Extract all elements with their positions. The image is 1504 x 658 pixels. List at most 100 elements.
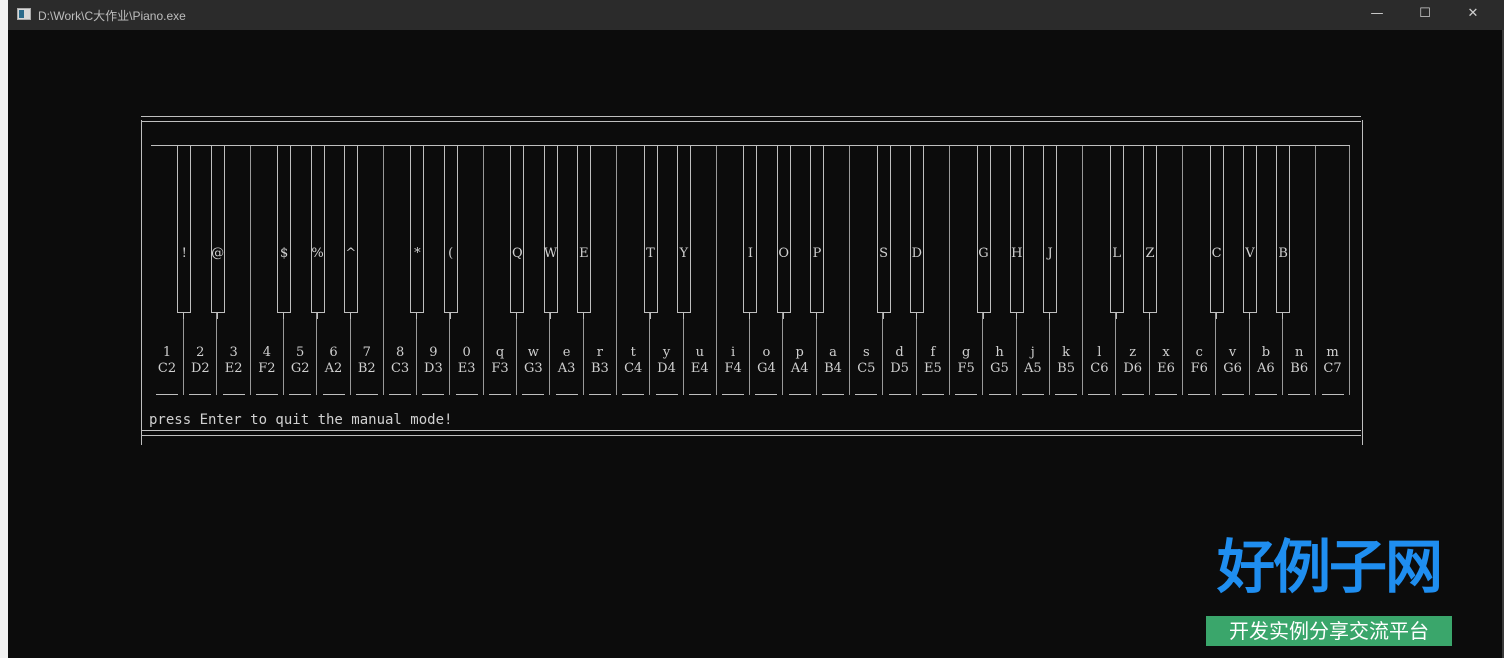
white-key-shortcut-label: y [662,345,671,360]
white-key-note-label: E4 [690,361,709,376]
white-key-note-label: D5 [890,361,909,376]
black-key[interactable]: Y [676,146,691,319]
white-key-shortcut-label: 0 [462,345,471,360]
black-key[interactable]: ! [177,146,192,319]
white-key-note-label: F6 [1190,361,1208,376]
bottom-separator-line [141,430,1361,436]
black-key-shortcut-label: S [879,246,889,261]
white-key-note-label: F2 [258,361,276,376]
black-key[interactable]: D [909,146,924,319]
black-key[interactable]: E [576,146,591,319]
white-key-note-label: A5 [1023,361,1042,376]
black-key-shortcut-label: G [978,246,989,261]
white-key-note-label: C7 [1323,361,1342,376]
white-key-shortcut-label: 9 [429,345,438,360]
black-key[interactable]: * [410,146,425,319]
watermark-slogan: 开发实例分享交流平台 [1206,616,1452,646]
black-key[interactable]: V [1242,146,1257,319]
black-key[interactable]: I [743,146,758,319]
white-key-note-label: E3 [457,361,476,376]
black-key[interactable]: S [876,146,891,319]
white-key-note-label: G3 [523,361,543,376]
close-button[interactable]: ✕ [1450,0,1496,30]
black-key-shortcut-label: E [579,246,589,261]
white-key-shortcut-label: n [1295,345,1304,360]
black-key-shortcut-label: ! [181,246,187,261]
black-key[interactable]: T [643,146,658,319]
black-key[interactable]: G [976,146,991,319]
white-key-shortcut-label: 7 [362,345,371,360]
white-key-bottom-edge [555,394,578,395]
white-key-bottom-edge [1288,394,1311,395]
black-key[interactable]: @ [210,146,225,319]
black-key-shortcut-label: J [1047,246,1053,261]
white-key-shortcut-label: 8 [395,345,405,360]
white-key-note-label: B2 [357,361,376,376]
black-key[interactable]: H [1009,146,1024,319]
white-key-shortcut-label: t [630,345,636,360]
black-key[interactable]: P [810,146,824,319]
white-key-bottom-edge [522,394,545,395]
white-key-shortcut-label: u [695,345,704,360]
white-key-note-label: B5 [1057,361,1075,376]
minimize-button[interactable]: — [1354,0,1400,30]
white-key-bottom-edge [921,394,944,395]
black-key[interactable]: Q [510,146,525,319]
title-bar[interactable]: D:\Work\C大作业\Piano.exe — ☐ ✕ [8,0,1504,30]
maximize-button[interactable]: ☐ [1402,0,1448,30]
white-key-note-label: C3 [390,361,410,376]
white-key-shortcut-label: z [1129,345,1137,360]
white-key-bottom-edge [355,394,378,395]
black-key[interactable]: W [543,146,558,319]
white-key-shortcut-label: 6 [329,345,338,360]
white-key-bottom-edge [1321,394,1344,395]
black-key-shortcut-label: % [311,246,324,261]
white-key-bottom-edge [588,394,611,395]
white-key-shortcut-label: o [762,345,771,360]
black-key[interactable]: Z [1143,146,1157,319]
white-key-note-label: B3 [590,361,609,376]
black-key[interactable]: C [1209,146,1224,319]
black-key-shortcut-label: T [646,246,655,261]
black-key[interactable]: J [1043,146,1058,319]
white-key-shortcut-label: v [1228,345,1237,360]
console-window: D:\Work\C大作业\Piano.exe — ☐ ✕ 1 C2 2 D2 3 E2 4 F… [0,0,1504,658]
white-key-bottom-edge [755,394,778,395]
white-key-bottom-edge [888,394,911,395]
white-key-shortcut-label: 2 [196,345,205,360]
black-key-shortcut-label: B [1278,246,1288,261]
black-key-shortcut-label: H [1011,246,1023,261]
black-key[interactable]: O [776,146,791,319]
white-key-shortcut-label: q [495,345,505,360]
white-key-bottom-edge [655,394,678,395]
white-key-note-label: D6 [1123,361,1143,376]
window-left-edge [0,0,8,658]
white-key-note-label: C5 [857,361,876,376]
white-key-c7[interactable]: m C7 [1317,146,1350,395]
white-key-shortcut-label: p [795,345,804,360]
white-key-bottom-edge [1021,394,1044,395]
black-key[interactable]: ( [443,146,458,319]
black-key-shortcut-label: V [1245,246,1255,261]
black-key-shortcut-label: @ [211,246,225,261]
white-key-shortcut-label: 3 [229,345,238,360]
white-key-shortcut-label: a [829,345,837,360]
white-key-note-label: D2 [190,361,210,376]
black-key[interactable]: $ [277,146,292,319]
white-key-shortcut-label: x [1162,345,1170,360]
black-key[interactable]: L [1109,146,1124,319]
black-key[interactable]: ^ [343,146,358,319]
white-key-shortcut-label: 1 [162,345,172,360]
black-key-shortcut-label: D [911,246,923,261]
white-key-bottom-edge [1221,394,1244,395]
white-key-shortcut-label: s [862,345,870,360]
white-key-bottom-edge [822,394,844,395]
black-key[interactable]: B [1276,146,1291,319]
white-key-bottom-edge [955,394,978,395]
white-key-note-label: C2 [157,361,177,376]
black-key-shortcut-label: ^ [345,246,357,261]
white-key-shortcut-label: h [995,345,1004,360]
black-key-shortcut-label: C [1211,246,1222,261]
black-key[interactable]: % [310,146,325,319]
white-key-bottom-edge [688,394,711,395]
